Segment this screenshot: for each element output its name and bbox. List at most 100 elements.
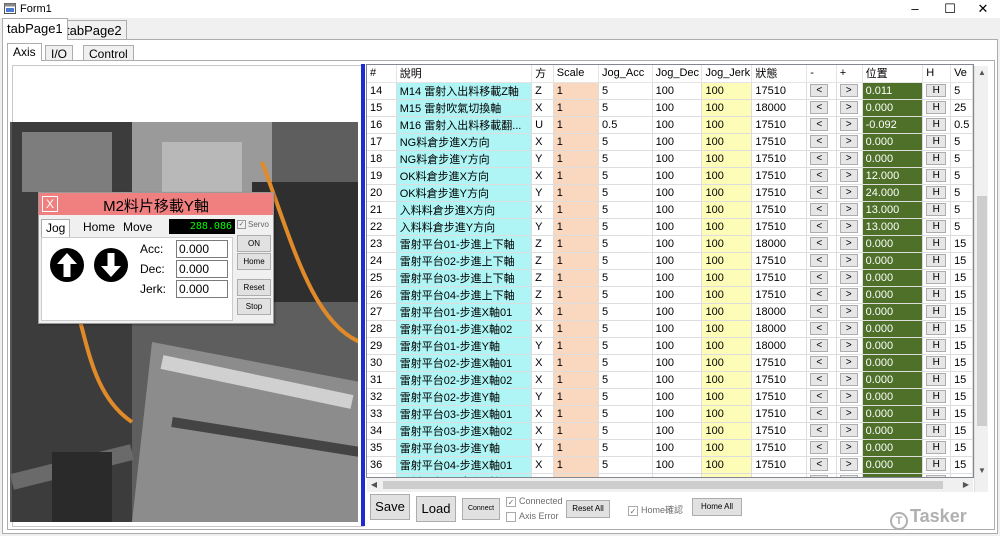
- home-axis-button[interactable]: H: [926, 390, 947, 403]
- maximize-button[interactable]: ☐: [933, 0, 967, 18]
- scroll-left-icon[interactable]: ◀: [367, 478, 381, 492]
- cell-minus[interactable]: <: [806, 235, 837, 253]
- cell-velocity[interactable]: 15: [950, 303, 973, 321]
- cell-description[interactable]: 雷射平台01-步進X軸01: [396, 303, 533, 321]
- cell-home[interactable]: H: [922, 303, 952, 321]
- cell-home[interactable]: H: [922, 354, 952, 372]
- cell-status[interactable]: 17510: [751, 371, 808, 389]
- cell-minus[interactable]: <: [806, 388, 837, 406]
- cell-home[interactable]: H: [922, 235, 952, 253]
- cell-velocity[interactable]: 15: [950, 371, 973, 389]
- jog-minus-button[interactable]: <: [810, 458, 829, 471]
- cell-description[interactable]: NG料倉步進Y方向: [396, 150, 533, 168]
- home-axis-button[interactable]: H: [926, 339, 947, 352]
- tab-page1[interactable]: tabPage1: [2, 18, 68, 40]
- jog-plus-button[interactable]: >: [839, 101, 858, 114]
- cell-description[interactable]: 雷射平台03-步進Y軸: [396, 439, 533, 457]
- cell-jog-jerk[interactable]: 100: [701, 337, 753, 355]
- cell-direction[interactable]: Y: [531, 388, 554, 406]
- cell-status[interactable]: 17510: [751, 456, 808, 474]
- jog-plus-button[interactable]: >: [839, 169, 858, 182]
- cell-plus[interactable]: >: [836, 116, 863, 134]
- jog-tab-home[interactable]: Home: [79, 219, 119, 237]
- cell-minus[interactable]: <: [806, 405, 837, 423]
- cell-description[interactable]: 雷射平台02-步進Y軸: [396, 388, 533, 406]
- col-home-header[interactable]: H: [922, 65, 952, 83]
- home-axis-button[interactable]: H: [926, 458, 947, 471]
- cell-home[interactable]: H: [922, 269, 952, 287]
- table-row[interactable]: 17 NG料倉步進X方向 X 1 5 100 100 17510 < >0.000 H 5: [367, 133, 973, 151]
- table-row[interactable]: 20 OK料倉步進Y方向 Y 1 5 100 100 17510 < >24.000 H 5: [367, 184, 973, 202]
- cell-description[interactable]: 雷射平台03-步進X軸02: [396, 422, 533, 440]
- cell-jog-dec[interactable]: 100: [652, 218, 703, 236]
- home-axis-button[interactable]: H: [926, 322, 947, 335]
- cell-description[interactable]: 雷射平台02-步進X軸02: [396, 371, 533, 389]
- col-status-header[interactable]: 狀態: [751, 65, 808, 83]
- cell-jog-acc[interactable]: 5: [598, 150, 653, 168]
- cell-number[interactable]: 35: [367, 439, 397, 457]
- cell-scale[interactable]: 1: [553, 388, 600, 406]
- jog-plus-button[interactable]: >: [839, 152, 858, 165]
- home-axis-button[interactable]: H: [926, 424, 947, 437]
- cell-scale[interactable]: 1: [553, 150, 600, 168]
- cell-jog-jerk[interactable]: 100: [701, 201, 753, 219]
- cell-velocity[interactable]: 15: [950, 252, 973, 270]
- jog-minus-button[interactable]: <: [810, 84, 829, 97]
- table-row[interactable]: 23 雷射平台01-步進上下軸 Z 1 5 100 100 18000 < >0.000 H 15: [367, 235, 973, 253]
- cell-jog-dec[interactable]: 100: [652, 252, 703, 270]
- home-confirm-checkbox[interactable]: ✓ Home確認: [628, 503, 683, 516]
- cell-scale[interactable]: 1: [553, 337, 600, 355]
- col-jog-jerk-header[interactable]: Jog_Jerk: [701, 65, 753, 83]
- jog-plus-button[interactable]: >: [839, 356, 858, 369]
- cell-description[interactable]: OK料倉步進X方向: [396, 167, 533, 185]
- home-axis-button[interactable]: H: [926, 152, 947, 165]
- cell-position[interactable]: 0.000: [862, 422, 924, 440]
- cell-velocity[interactable]: 5: [950, 133, 973, 151]
- home-axis-button[interactable]: H: [926, 135, 947, 148]
- reset-all-button[interactable]: Reset All: [566, 500, 610, 518]
- cell-velocity[interactable]: 15: [950, 439, 973, 457]
- cell-status[interactable]: 18000: [751, 99, 808, 117]
- cell-description[interactable]: 雷射平台02-步進X軸01: [396, 354, 533, 372]
- cell-status[interactable]: 17510: [751, 150, 808, 168]
- cell-status[interactable]: 18000: [751, 235, 808, 253]
- cell-description[interactable]: 雷射平台04-步進X軸01: [396, 456, 533, 474]
- cell-minus[interactable]: <: [806, 371, 837, 389]
- cell-number[interactable]: 20: [367, 184, 397, 202]
- cell-minus[interactable]: <: [806, 337, 837, 355]
- jog-plus-button[interactable]: >: [839, 373, 858, 386]
- jog-plus-button[interactable]: >: [839, 288, 858, 301]
- cell-status[interactable]: 17510: [751, 269, 808, 287]
- cell-position[interactable]: 0.000: [862, 252, 924, 270]
- cell-direction[interactable]: X: [531, 456, 554, 474]
- cell-position[interactable]: 0.000: [862, 133, 924, 151]
- home-axis-button[interactable]: H: [926, 101, 947, 114]
- cell-position[interactable]: 0.000: [862, 405, 924, 423]
- table-row[interactable]: 19 OK料倉步進X方向 X 1 5 100 100 17510 < >12.000 H 5: [367, 167, 973, 185]
- cell-jog-dec[interactable]: 100: [652, 116, 703, 134]
- cell-jog-dec[interactable]: 100: [652, 354, 703, 372]
- cell-plus[interactable]: >: [836, 337, 863, 355]
- cell-description[interactable]: 入料料倉步進Y方向: [396, 218, 533, 236]
- cell-direction[interactable]: X: [531, 422, 554, 440]
- cell-plus[interactable]: >: [836, 167, 863, 185]
- cell-plus[interactable]: >: [836, 133, 863, 151]
- cell-jog-acc[interactable]: 5: [598, 422, 653, 440]
- cell-scale[interactable]: 1: [553, 133, 600, 151]
- cell-plus[interactable]: >: [836, 354, 863, 372]
- jog-minus-button[interactable]: <: [810, 186, 829, 199]
- scroll-up-icon[interactable]: ▲: [975, 66, 989, 80]
- cell-jog-jerk[interactable]: 100: [701, 235, 753, 253]
- cell-velocity[interactable]: 15: [950, 337, 973, 355]
- cell-status[interactable]: 17510: [751, 184, 808, 202]
- cell-status[interactable]: 17510: [751, 116, 808, 134]
- home-axis-button[interactable]: H: [926, 237, 947, 250]
- close-button[interactable]: ✕: [966, 0, 1000, 18]
- cell-minus[interactable]: <: [806, 252, 837, 270]
- table-row[interactable]: 14 M14 雷射入出料移載Z軸 Z 1 5 100 100 17510 < >0.011 H 5: [367, 82, 973, 100]
- cell-position[interactable]: 12.000: [862, 167, 924, 185]
- grid-vertical-scrollbar[interactable]: ▲ ▼: [974, 66, 988, 492]
- cell-scale[interactable]: 1: [553, 422, 600, 440]
- cell-description[interactable]: 雷射平台01-步進Y軸: [396, 337, 533, 355]
- col-number-header[interactable]: #: [367, 65, 397, 83]
